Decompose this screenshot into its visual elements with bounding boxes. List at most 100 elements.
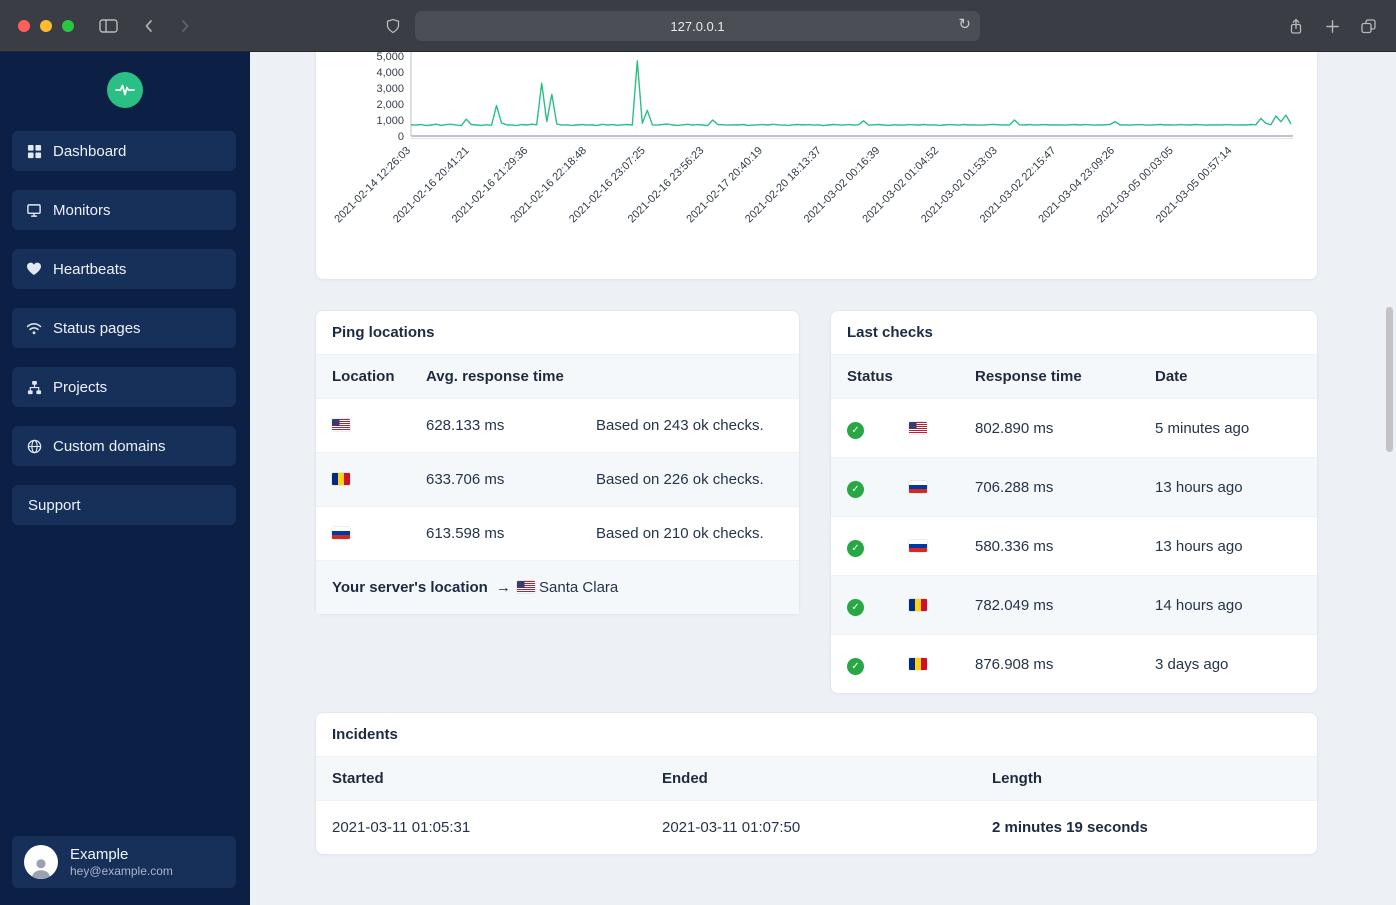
incidents-card: Incidents Started Ended Length 2021-03-1… bbox=[315, 712, 1318, 855]
checks-note: Based on 210 ok checks. bbox=[596, 525, 764, 542]
share-icon[interactable] bbox=[1284, 14, 1308, 38]
table-row: 2021-03-11 01:05:31 2021-03-11 01:07:50 … bbox=[316, 800, 1317, 855]
status-ok-icon: ✓ bbox=[847, 481, 864, 498]
ping-locations-table: Location Avg. response time 628.133 ms B… bbox=[316, 355, 799, 614]
arrow-right-icon: → bbox=[495, 579, 511, 596]
new-tab-button[interactable] bbox=[1320, 14, 1344, 38]
table-row: ✓ 706.288 ms 13 hours ago bbox=[831, 457, 1317, 517]
card-title: Last checks bbox=[831, 311, 1317, 355]
user-email: hey@example.com bbox=[70, 864, 173, 878]
column-header: Ended bbox=[646, 757, 976, 801]
column-header: Location bbox=[316, 355, 410, 399]
wifi-icon bbox=[26, 320, 42, 336]
response-time: 782.049 ms bbox=[975, 596, 1054, 614]
browser-chrome: 127.0.0.1 ↻ bbox=[0, 0, 1396, 52]
column-header: Length bbox=[976, 757, 1317, 801]
response-time-chart: 01,0002,0003,0004,0005,0002021-02-14 12:… bbox=[332, 23, 1293, 225]
sidebar-item-dashboard[interactable]: Dashboard bbox=[12, 131, 236, 171]
main-content: 0 1,000 2,000 3,000 4,000 5,000 2021-02-14 12:… bbox=[250, 22, 1396, 905]
sidebar-nav: Dashboard Monitors Heartbeats Status pag… bbox=[12, 131, 236, 525]
heartbeat-pulse-icon bbox=[115, 84, 135, 96]
grid-icon bbox=[26, 143, 42, 159]
close-window-button[interactable] bbox=[18, 20, 30, 32]
url-field[interactable]: 127.0.0.1 ↻ bbox=[415, 11, 980, 41]
user-name: Example bbox=[70, 846, 129, 863]
checks-note: Based on 243 ok checks. bbox=[596, 417, 764, 434]
heart-icon bbox=[26, 261, 42, 277]
back-button[interactable] bbox=[137, 14, 161, 38]
avg-response-time: 613.598 ms bbox=[426, 525, 505, 542]
table-header-row: Started Ended Length bbox=[316, 757, 1317, 801]
svg-text:3,000: 3,000 bbox=[376, 83, 404, 95]
monitor-icon bbox=[26, 202, 42, 218]
server-location-label: Your server's location bbox=[332, 579, 488, 596]
url-text: 127.0.0.1 bbox=[670, 18, 725, 34]
sidebar-item-support[interactable]: Support bbox=[12, 485, 236, 525]
svg-text:5,000: 5,000 bbox=[376, 51, 404, 63]
table-row: ✓ 876.908 ms 3 days ago bbox=[831, 634, 1317, 694]
user-card[interactable]: Example hey@example.com bbox=[12, 836, 236, 888]
check-date: 13 hours ago bbox=[1155, 478, 1243, 496]
person-icon bbox=[31, 859, 51, 879]
check-date: 5 minutes ago bbox=[1155, 419, 1250, 437]
nodes-icon bbox=[26, 379, 42, 395]
sidebar-item-label: Custom domains bbox=[53, 437, 166, 455]
reload-icon[interactable]: ↻ bbox=[958, 16, 971, 34]
sidebar-item-heartbeats[interactable]: Heartbeats bbox=[12, 249, 236, 289]
ru-flag-icon bbox=[909, 539, 927, 552]
response-time: 580.336 ms bbox=[975, 537, 1054, 555]
us-flag-icon bbox=[516, 581, 535, 593]
card-title: Incidents bbox=[316, 713, 1317, 757]
svg-text:1,000: 1,000 bbox=[376, 115, 404, 127]
app-window: 127.0.0.1 ↻ Dashboard Monitors Heartbeat… bbox=[0, 0, 1396, 905]
last-checks-table: Status Response time Date ✓ 802.890 ms 5… bbox=[831, 355, 1317, 693]
check-date: 14 hours ago bbox=[1155, 596, 1243, 614]
minimize-window-button[interactable] bbox=[40, 20, 52, 32]
table-row: ✓ 802.890 ms 5 minutes ago bbox=[831, 398, 1317, 458]
sidebar-item-status-pages[interactable]: Status pages bbox=[12, 308, 236, 348]
incidents-table: Started Ended Length 2021-03-11 01:05:31… bbox=[316, 757, 1317, 854]
incident-started: 2021-03-11 01:05:31 bbox=[332, 819, 471, 836]
response-time: 876.908 ms bbox=[975, 655, 1054, 673]
table-row: ✓ 782.049 ms 14 hours ago bbox=[831, 575, 1317, 635]
sidebar-item-custom-domains[interactable]: Custom domains bbox=[12, 426, 236, 466]
app-logo[interactable] bbox=[107, 72, 143, 108]
forward-button[interactable] bbox=[173, 14, 197, 38]
svg-text:4,000: 4,000 bbox=[376, 67, 404, 79]
status-ok-icon: ✓ bbox=[847, 540, 864, 557]
tab-overview-icon[interactable] bbox=[1356, 14, 1380, 38]
sidebar: Dashboard Monitors Heartbeats Status pag… bbox=[0, 52, 250, 905]
sidebar-toggle-icon[interactable] bbox=[96, 14, 120, 38]
response-time-card: 0 1,000 2,000 3,000 4,000 5,000 2021-02-14 12:… bbox=[315, 22, 1318, 280]
column-header: Date bbox=[1139, 355, 1317, 399]
column-header bbox=[893, 355, 959, 399]
ro-flag-icon bbox=[909, 598, 927, 611]
sidebar-item-monitors[interactable]: Monitors bbox=[12, 190, 236, 230]
table-row: 613.598 ms Based on 210 ok checks. bbox=[316, 506, 799, 561]
shield-icon bbox=[381, 14, 405, 38]
status-ok-icon: ✓ bbox=[847, 422, 864, 439]
column-header bbox=[580, 355, 799, 399]
svg-text:2,000: 2,000 bbox=[376, 99, 404, 111]
ru-flag-icon bbox=[332, 527, 350, 539]
check-date: 3 days ago bbox=[1155, 655, 1229, 673]
table-header-row: Location Avg. response time bbox=[316, 355, 799, 399]
us-flag-icon bbox=[909, 421, 927, 434]
ru-flag-icon bbox=[909, 480, 927, 493]
column-header: Status bbox=[831, 355, 893, 399]
status-ok-icon: ✓ bbox=[847, 599, 864, 616]
sidebar-item-label: Heartbeats bbox=[53, 260, 127, 278]
globe-icon bbox=[26, 438, 42, 454]
sidebar-item-label: Support bbox=[28, 496, 81, 514]
column-header: Started bbox=[316, 757, 646, 801]
ping-locations-card: Ping locations Location Avg. response ti… bbox=[315, 310, 800, 615]
zoom-window-button[interactable] bbox=[62, 20, 74, 32]
sidebar-item-projects[interactable]: Projects bbox=[12, 367, 236, 407]
sidebar-item-label: Projects bbox=[53, 378, 108, 396]
avatar bbox=[24, 845, 58, 879]
sidebar-item-label: Dashboard bbox=[53, 142, 127, 160]
checks-note: Based on 226 ok checks. bbox=[596, 471, 764, 488]
last-checks-card: Last checks Status Response time Date ✓ bbox=[830, 310, 1318, 694]
avg-response-time: 633.706 ms bbox=[426, 471, 505, 488]
scrollbar-thumb[interactable] bbox=[1386, 307, 1393, 452]
